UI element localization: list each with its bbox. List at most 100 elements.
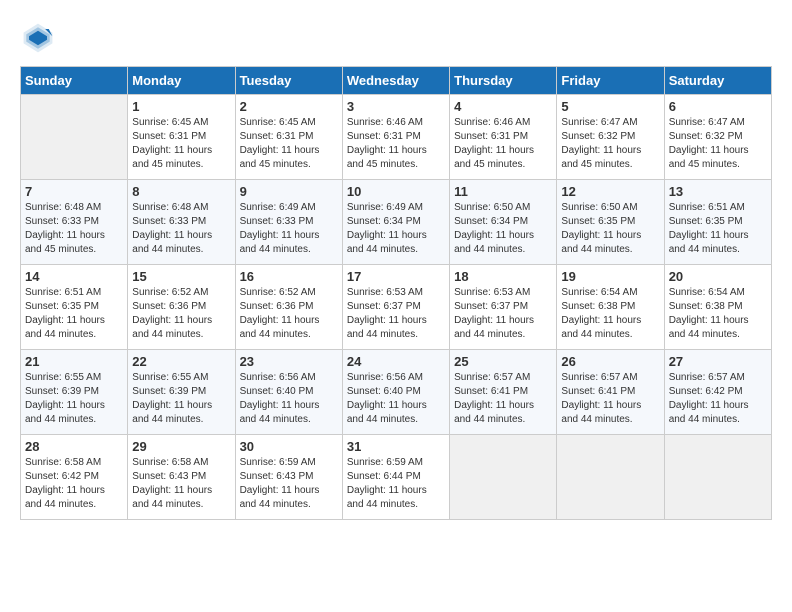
- day-number: 5: [561, 99, 659, 114]
- column-header-saturday: Saturday: [664, 67, 771, 95]
- calendar-cell: 23Sunrise: 6:56 AM Sunset: 6:40 PM Dayli…: [235, 350, 342, 435]
- day-info: Sunrise: 6:54 AM Sunset: 6:38 PM Dayligh…: [561, 286, 659, 342]
- day-number: 26: [561, 354, 659, 369]
- day-number: 31: [347, 439, 445, 454]
- day-info: Sunrise: 6:55 AM Sunset: 6:39 PM Dayligh…: [25, 371, 123, 427]
- calendar-cell: 16 Sunrise: 6:52 AM Sunset: 6:36 PM Dayli…: [235, 265, 342, 350]
- day-info: Sunrise: 6:57 AM Sunset: 6:41 PM Dayligh…: [561, 371, 659, 427]
- calendar-cell: 6 Sunrise: 6:47 AM Sunset: 6:32 PM Daylig…: [664, 95, 771, 180]
- day-info: Sunrise: 6:57 AM Sunset: 6:41 PM Dayligh…: [454, 371, 552, 427]
- day-number: 8: [132, 184, 230, 199]
- column-header-wednesday: Wednesday: [342, 67, 449, 95]
- day-number: 13: [669, 184, 767, 199]
- calendar-cell: 30 Sunrise: 6:59 AM Sunset: 6:43 PM Dayli…: [235, 435, 342, 520]
- logo-icon: [20, 20, 56, 56]
- day-info: Sunrise: 6:49 AM Sunset: 6:34 PM Dayligh…: [347, 201, 445, 257]
- day-number: 9: [240, 184, 338, 199]
- calendar-cell: 19Sunrise: 6:54 AM Sunset: 6:38 PM Dayli…: [557, 265, 664, 350]
- calendar-cell: 4 Sunrise: 6:46 AM Sunset: 6:31 PM Daylig…: [450, 95, 557, 180]
- day-info: Sunrise: 6:47 AM Sunset: 6:32 PM Dayligh…: [561, 116, 659, 172]
- column-header-sunday: Sunday: [21, 67, 128, 95]
- calendar-cell: 3 Sunrise: 6:46 AM Sunset: 6:31 PM Daylig…: [342, 95, 449, 180]
- calendar-cell: 2Sunrise: 6:45 AM Sunset: 6:31 PM Daylig…: [235, 95, 342, 180]
- calendar-cell: 25 Sunrise: 6:57 AM Sunset: 6:41 PM Dayli…: [450, 350, 557, 435]
- day-info: Sunrise: 6:52 AM Sunset: 6:36 PM Dayligh…: [132, 286, 230, 342]
- column-header-thursday: Thursday: [450, 67, 557, 95]
- day-info: Sunrise: 6:49 AM Sunset: 6:33 PM Dayligh…: [240, 201, 338, 257]
- calendar-cell: 1 Sunrise: 6:45 AM Sunset: 6:31 PM Daylig…: [128, 95, 235, 180]
- calendar-cell: 8 Sunrise: 6:48 AM Sunset: 6:33 PM Daylig…: [128, 180, 235, 265]
- day-number: 27: [669, 354, 767, 369]
- calendar-cell: [664, 435, 771, 520]
- day-info: Sunrise: 6:50 AM Sunset: 6:35 PM Dayligh…: [561, 201, 659, 257]
- day-info: Sunrise: 6:45 AM Sunset: 6:31 PM Dayligh…: [132, 116, 230, 172]
- calendar-cell: [557, 435, 664, 520]
- calendar-cell: 13 Sunrise: 6:51 AM Sunset: 6:35 PM Dayli…: [664, 180, 771, 265]
- calendar-cell: 22Sunrise: 6:55 AM Sunset: 6:39 PM Dayli…: [128, 350, 235, 435]
- day-number: 12: [561, 184, 659, 199]
- day-info: Sunrise: 6:57 AM Sunset: 6:42 PM Dayligh…: [669, 371, 767, 427]
- day-number: 22: [132, 354, 230, 369]
- day-number: 18: [454, 269, 552, 284]
- calendar-cell: 7Sunrise: 6:48 AM Sunset: 6:33 PM Daylig…: [21, 180, 128, 265]
- calendar-cell: [21, 95, 128, 180]
- calendar-week-2: 7Sunrise: 6:48 AM Sunset: 6:33 PM Daylig…: [21, 180, 772, 265]
- calendar-cell: 17Sunrise: 6:53 AM Sunset: 6:37 PM Dayli…: [342, 265, 449, 350]
- day-info: Sunrise: 6:58 AM Sunset: 6:42 PM Dayligh…: [25, 456, 123, 512]
- calendar-cell: 14 Sunrise: 6:51 AM Sunset: 6:35 PM Dayli…: [21, 265, 128, 350]
- day-number: 24: [347, 354, 445, 369]
- day-number: 21: [25, 354, 123, 369]
- calendar-cell: 26 Sunrise: 6:57 AM Sunset: 6:41 PM Dayli…: [557, 350, 664, 435]
- calendar-cell: 28 Sunrise: 6:58 AM Sunset: 6:42 PM Dayli…: [21, 435, 128, 520]
- day-number: 10: [347, 184, 445, 199]
- day-number: 1: [132, 99, 230, 114]
- column-header-tuesday: Tuesday: [235, 67, 342, 95]
- day-info: Sunrise: 6:48 AM Sunset: 6:33 PM Dayligh…: [132, 201, 230, 257]
- calendar-cell: 9 Sunrise: 6:49 AM Sunset: 6:33 PM Daylig…: [235, 180, 342, 265]
- day-number: 2: [240, 99, 338, 114]
- day-number: 15: [132, 269, 230, 284]
- day-number: 29: [132, 439, 230, 454]
- day-info: Sunrise: 6:47 AM Sunset: 6:32 PM Dayligh…: [669, 116, 767, 172]
- day-info: Sunrise: 6:59 AM Sunset: 6:43 PM Dayligh…: [240, 456, 338, 512]
- day-info: Sunrise: 6:52 AM Sunset: 6:36 PM Dayligh…: [240, 286, 338, 342]
- calendar-cell: 24 Sunrise: 6:56 AM Sunset: 6:40 PM Dayli…: [342, 350, 449, 435]
- calendar-body: 1 Sunrise: 6:45 AM Sunset: 6:31 PM Daylig…: [21, 95, 772, 520]
- day-info: Sunrise: 6:51 AM Sunset: 6:35 PM Dayligh…: [669, 201, 767, 257]
- calendar-week-3: 14 Sunrise: 6:51 AM Sunset: 6:35 PM Dayli…: [21, 265, 772, 350]
- day-number: 3: [347, 99, 445, 114]
- day-info: Sunrise: 6:56 AM Sunset: 6:40 PM Dayligh…: [347, 371, 445, 427]
- day-number: 4: [454, 99, 552, 114]
- calendar-cell: 18 Sunrise: 6:53 AM Sunset: 6:37 PM Dayli…: [450, 265, 557, 350]
- calendar-cell: [450, 435, 557, 520]
- calendar-cell: 10 Sunrise: 6:49 AM Sunset: 6:34 PM Dayli…: [342, 180, 449, 265]
- logo: [20, 20, 60, 56]
- page-header: [20, 20, 772, 56]
- day-info: Sunrise: 6:54 AM Sunset: 6:38 PM Dayligh…: [669, 286, 767, 342]
- day-info: Sunrise: 6:53 AM Sunset: 6:37 PM Dayligh…: [454, 286, 552, 342]
- calendar-cell: 15 Sunrise: 6:52 AM Sunset: 6:36 PM Dayli…: [128, 265, 235, 350]
- day-info: Sunrise: 6:48 AM Sunset: 6:33 PM Dayligh…: [25, 201, 123, 257]
- calendar-cell: 11Sunrise: 6:50 AM Sunset: 6:34 PM Dayli…: [450, 180, 557, 265]
- column-header-friday: Friday: [557, 67, 664, 95]
- calendar-cell: 29 Sunrise: 6:58 AM Sunset: 6:43 PM Dayli…: [128, 435, 235, 520]
- calendar-cell: 5 Sunrise: 6:47 AM Sunset: 6:32 PM Daylig…: [557, 95, 664, 180]
- day-number: 6: [669, 99, 767, 114]
- day-info: Sunrise: 6:58 AM Sunset: 6:43 PM Dayligh…: [132, 456, 230, 512]
- calendar-week-5: 28 Sunrise: 6:58 AM Sunset: 6:42 PM Dayli…: [21, 435, 772, 520]
- day-number: 30: [240, 439, 338, 454]
- day-info: Sunrise: 6:46 AM Sunset: 6:31 PM Dayligh…: [454, 116, 552, 172]
- calendar-cell: 21 Sunrise: 6:55 AM Sunset: 6:39 PM Dayli…: [21, 350, 128, 435]
- day-number: 16: [240, 269, 338, 284]
- day-info: Sunrise: 6:53 AM Sunset: 6:37 PM Dayligh…: [347, 286, 445, 342]
- calendar-header-row: SundayMondayTuesdayWednesdayThursdayFrid…: [21, 67, 772, 95]
- day-number: 23: [240, 354, 338, 369]
- day-info: Sunrise: 6:59 AM Sunset: 6:44 PM Dayligh…: [347, 456, 445, 512]
- day-number: 14: [25, 269, 123, 284]
- day-info: Sunrise: 6:46 AM Sunset: 6:31 PM Dayligh…: [347, 116, 445, 172]
- day-info: Sunrise: 6:51 AM Sunset: 6:35 PM Dayligh…: [25, 286, 123, 342]
- day-number: 25: [454, 354, 552, 369]
- calendar-week-1: 1 Sunrise: 6:45 AM Sunset: 6:31 PM Daylig…: [21, 95, 772, 180]
- day-number: 28: [25, 439, 123, 454]
- calendar-cell: 12 Sunrise: 6:50 AM Sunset: 6:35 PM Dayli…: [557, 180, 664, 265]
